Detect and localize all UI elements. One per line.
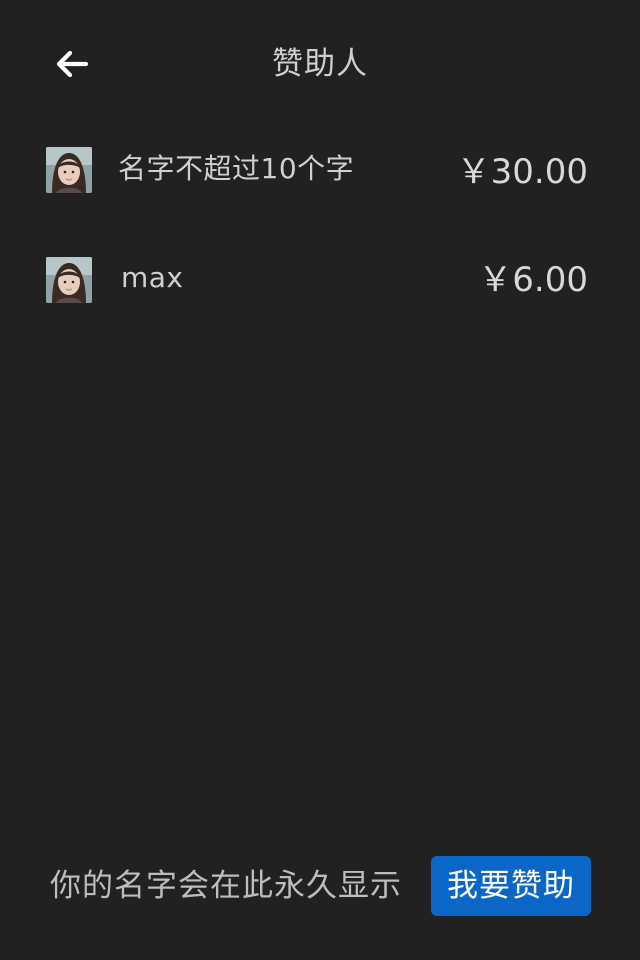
sponsor-amount: ￥6.00 bbox=[478, 260, 588, 300]
header-bar: 赞助人 bbox=[0, 0, 640, 128]
avatar bbox=[46, 257, 92, 303]
footer-bar: 你的名字会在此永久显示 我要赞助 bbox=[0, 840, 640, 940]
sponsor-button[interactable]: 我要赞助 bbox=[431, 856, 591, 916]
page-title: 赞助人 bbox=[272, 46, 368, 82]
footer-notice: 你的名字会在此永久显示 bbox=[50, 868, 402, 904]
sponsor-row[interactable]: 名字不超过10个字 ￥30.00 bbox=[0, 130, 640, 210]
avatar bbox=[46, 147, 92, 193]
sponsor-amount: ￥30.00 bbox=[456, 152, 588, 192]
sponsor-name: 名字不超过10个字 bbox=[118, 152, 355, 185]
sponsor-name: max bbox=[121, 261, 184, 294]
sponsor-row[interactable]: max ￥6.00 bbox=[0, 240, 640, 320]
